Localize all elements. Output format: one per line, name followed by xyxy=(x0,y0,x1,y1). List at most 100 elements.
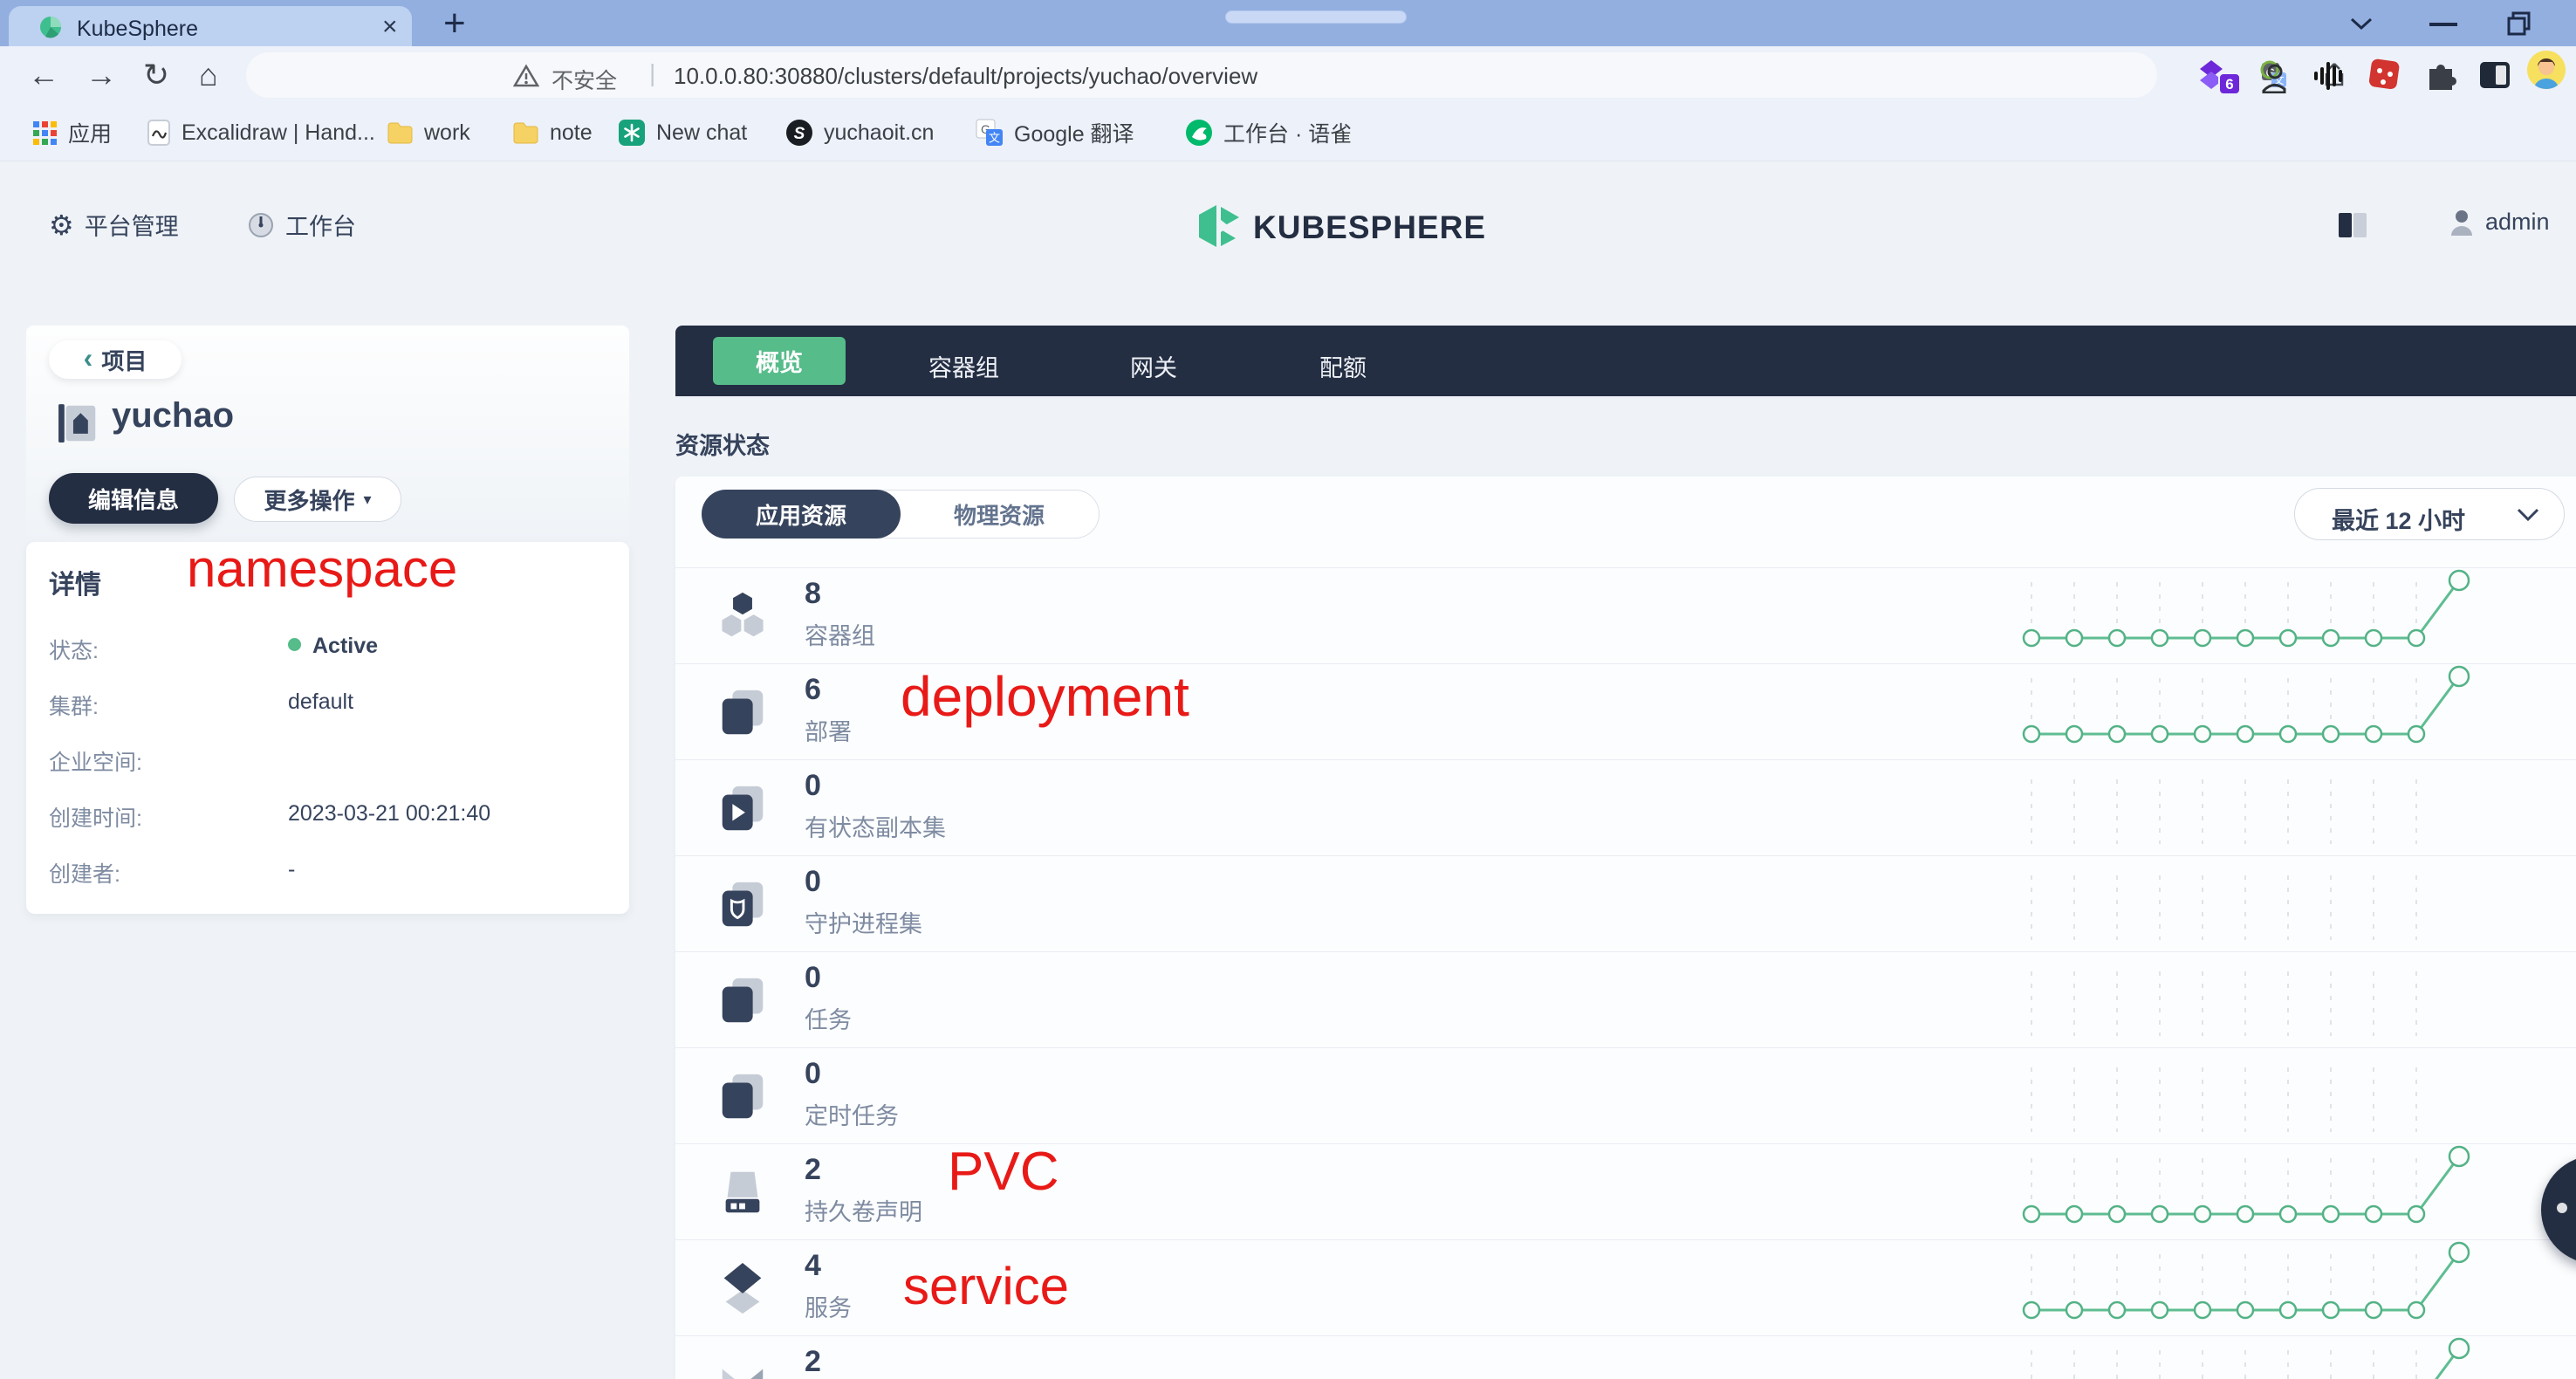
forward-icon[interactable]: → xyxy=(86,57,117,93)
platform-management-menu[interactable]: ⚙ 平台管理 xyxy=(49,208,179,242)
tab-quota[interactable]: 配额 xyxy=(1319,349,1367,383)
window-titlebar: KubeSphere × + xyxy=(0,0,2576,46)
excalidraw-icon xyxy=(147,119,171,147)
deployments-sparkline xyxy=(2007,664,2576,760)
bookmark-yuchaoit[interactable]: S yuchaoit.cn xyxy=(785,104,934,161)
bookmark-excalidraw[interactable]: Excalidraw | Hand... xyxy=(147,104,375,161)
toggle-active-label: 应用资源 xyxy=(756,498,846,531)
daemonsets-count: 0 xyxy=(805,865,821,899)
deployments-icon xyxy=(716,685,770,739)
google-translate-icon: G 文 xyxy=(976,119,1004,147)
detail-value-created: 2023-03-21 00:21:40 xyxy=(288,801,490,827)
annotation-deployment: deployment xyxy=(901,669,1189,724)
new-tab-button[interactable]: + xyxy=(443,2,466,45)
apps-grid-icon xyxy=(31,120,58,146)
chevron-left-icon: ‹ xyxy=(84,342,93,374)
screen: KubeSphere × + ← → ↻ ⌂ 不安全 | 10.0.0.80:3… xyxy=(0,0,2576,1379)
resource-row-cronjobs[interactable]: 0 定时任务 xyxy=(675,1047,2576,1143)
platform-management-label: 平台管理 xyxy=(85,208,179,242)
daemonsets-label: 守护进程集 xyxy=(805,905,922,939)
back-icon[interactable]: ← xyxy=(28,57,59,93)
tab-gateway[interactable]: 网关 xyxy=(1130,349,1177,383)
url-separator: | xyxy=(649,59,655,87)
cronjobs-icon xyxy=(716,1069,770,1123)
folder-icon xyxy=(386,120,414,145)
toggle-application-resources[interactable]: 应用资源 xyxy=(702,490,901,539)
status-dot xyxy=(288,638,301,651)
user-icon xyxy=(2449,208,2475,236)
bookmark-note[interactable]: note xyxy=(511,104,593,161)
documentation-book-icon[interactable] xyxy=(2337,210,2368,240)
tab-pods[interactable]: 容器组 xyxy=(928,349,999,383)
back-label: 项目 xyxy=(101,344,147,376)
user-menu[interactable]: admin xyxy=(2449,208,2550,236)
caret-down-icon: ▾ xyxy=(363,491,371,509)
openai-icon xyxy=(618,119,646,147)
extensions-puzzle-icon[interactable] xyxy=(2424,58,2459,92)
bookmark-new-chat[interactable]: New chat xyxy=(618,104,747,161)
resource-row-pods[interactable]: 8 容器组 xyxy=(675,567,2576,663)
toggle-physical-resources[interactable]: 物理资源 xyxy=(900,491,1099,538)
workbench-label: 工作台 xyxy=(285,208,356,242)
home-icon[interactable]: ⌂ xyxy=(199,57,218,93)
minimize-button[interactable] xyxy=(2429,23,2457,26)
browser-tab[interactable]: KubeSphere × xyxy=(9,6,412,46)
time-range-dropdown[interactable]: 最近 12 小时 xyxy=(2294,488,2565,540)
extension-person-icon[interactable] xyxy=(2257,58,2290,93)
bookmark-apps[interactable]: 应用 xyxy=(31,104,112,161)
daemonsets-icon xyxy=(716,877,770,931)
statefulsets-label: 有状态副本集 xyxy=(805,809,946,843)
ingress-sparkline xyxy=(2007,1336,2576,1379)
deployments-count: 6 xyxy=(805,673,821,707)
url-text[interactable]: 10.0.0.80:30880/clusters/default/project… xyxy=(674,63,1257,90)
resource-row-daemonsets[interactable]: 0 守护进程集 xyxy=(675,855,2576,951)
kubesphere-favicon xyxy=(38,15,63,39)
project-icon xyxy=(54,400,101,447)
services-icon xyxy=(716,1261,770,1315)
pods-icon xyxy=(716,589,770,643)
svg-text:文: 文 xyxy=(989,132,1000,145)
back-to-projects-button[interactable]: ‹ 项目 xyxy=(49,340,182,379)
workbench-menu[interactable]: 工作台 xyxy=(247,208,356,242)
sidebar-toggle-icon[interactable] xyxy=(2478,60,2511,90)
resource-status-panel: 应用资源 物理资源 最近 12 小时 8 容器组 xyxy=(675,477,2576,1379)
profile-avatar[interactable] xyxy=(2527,51,2566,89)
address-bar[interactable]: 不安全 | 10.0.0.80:30880/clusters/default/p… xyxy=(246,52,2157,98)
pods-label: 容器组 xyxy=(805,617,875,651)
time-range-value: 最近 12 小时 xyxy=(2332,502,2465,536)
pods-sparkline xyxy=(2007,568,2576,664)
resource-type-toggle[interactable]: 应用资源 物理资源 xyxy=(702,490,1100,539)
extension-waveform-icon[interactable] xyxy=(2312,60,2347,92)
resource-row-statefulsets[interactable]: 0 有状态副本集 xyxy=(675,759,2576,855)
toggle-inactive-label: 物理资源 xyxy=(954,498,1045,531)
bookmark-label: work xyxy=(424,120,470,146)
cronjobs-sparkline xyxy=(2007,1048,2576,1144)
edit-info-button[interactable]: 编辑信息 xyxy=(49,473,218,524)
statefulsets-sparkline xyxy=(2007,760,2576,856)
edit-info-label: 编辑信息 xyxy=(88,483,179,515)
tab-close-icon[interactable]: × xyxy=(382,12,398,42)
restore-button[interactable] xyxy=(2506,10,2532,37)
resource-row-ingress[interactable]: 2 xyxy=(675,1335,2576,1379)
kubesphere-logo-icon xyxy=(1196,201,1243,251)
browser-toolbar: ← → ↻ ⌂ 不安全 | 10.0.0.80:30880/clusters/d… xyxy=(0,46,2576,104)
drag-pill[interactable] xyxy=(1225,10,1407,24)
detail-label-workspace: 企业空间: xyxy=(49,745,142,777)
fab-dot xyxy=(2557,1203,2567,1213)
bookmark-yuque[interactable]: 工作台 · 语雀 xyxy=(1185,104,1352,161)
annotation-namespace: namespace xyxy=(187,543,457,595)
more-actions-button[interactable]: 更多操作 ▾ xyxy=(234,477,401,522)
bookmark-work[interactable]: work xyxy=(386,104,470,161)
gauge-icon xyxy=(247,211,275,239)
chevron-down-icon xyxy=(2517,508,2539,522)
extension-dice-icon[interactable] xyxy=(2367,57,2403,93)
resource-row-jobs[interactable]: 0 任务 xyxy=(675,951,2576,1047)
bookmark-google-translate[interactable]: G 文 Google 翻译 xyxy=(976,104,1134,161)
tab-overview[interactable]: 概览 xyxy=(713,337,846,385)
reload-icon[interactable]: ↻ xyxy=(143,57,169,93)
tab-search-chevron-icon[interactable] xyxy=(2349,16,2374,31)
brand-text: KUBESPHERE xyxy=(1253,209,1486,246)
pvc-count: 2 xyxy=(805,1153,821,1187)
detail-value-cluster: default xyxy=(288,690,353,715)
pvc-label: 持久卷声明 xyxy=(805,1193,922,1227)
